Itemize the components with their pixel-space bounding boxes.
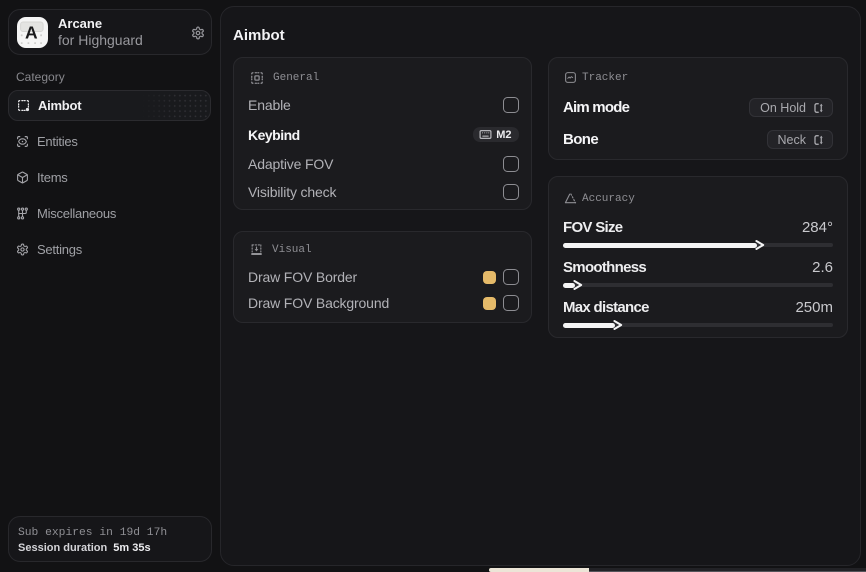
svg-text:A: A [25, 23, 38, 43]
